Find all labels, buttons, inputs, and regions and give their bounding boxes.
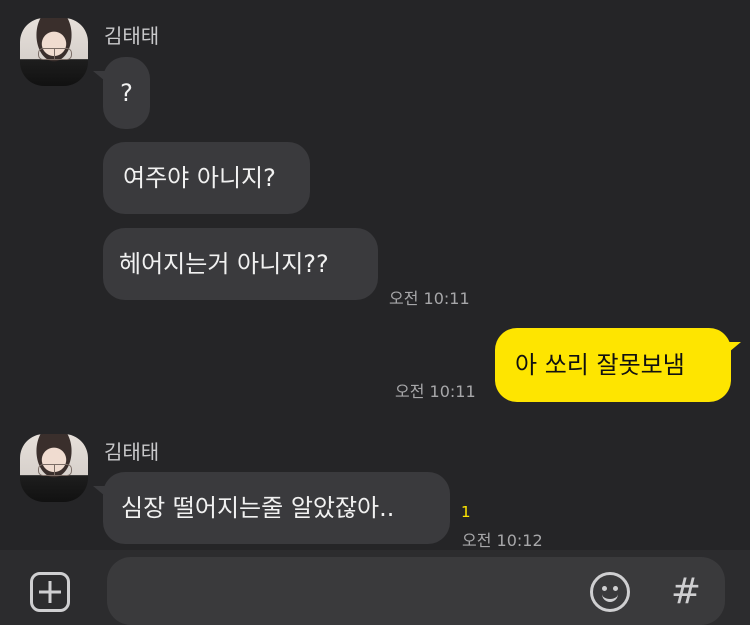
message-timestamp: 오전 10:11 bbox=[389, 289, 470, 308]
sender-avatar[interactable] bbox=[20, 18, 88, 86]
message-compose-bar bbox=[0, 550, 750, 625]
emoji-mouth bbox=[602, 589, 618, 602]
outgoing-message-bubble[interactable]: 아 쏘리 잘못보냄 bbox=[495, 328, 741, 402]
message-text: ? bbox=[120, 79, 133, 107]
sender-name: 김태태 bbox=[104, 440, 160, 464]
incoming-message-bubble[interactable]: 심장 떨어지는줄 알았잖아.. bbox=[93, 472, 450, 544]
message-text: 아 쏘리 잘못보냄 bbox=[515, 351, 685, 379]
sender-avatar[interactable] bbox=[20, 434, 88, 502]
incoming-message-bubble[interactable]: 헤어지는거 아니지?? bbox=[103, 228, 378, 300]
incoming-message-bubble[interactable]: ? bbox=[93, 57, 150, 129]
message-text: 헤어지는거 아니지?? bbox=[119, 250, 329, 278]
plus-icon[interactable] bbox=[30, 572, 70, 612]
sender-name: 김태태 bbox=[104, 24, 160, 48]
chat-area: 김태태 ? 여주야 아니지? 헤어지는거 아니지?? 오전 10:11 오전 1… bbox=[0, 0, 750, 550]
hash-icon[interactable]: # bbox=[668, 570, 704, 614]
message-text: 여주야 아니지? bbox=[123, 164, 276, 192]
incoming-message-bubble[interactable]: 여주야 아니지? bbox=[103, 142, 310, 214]
message-timestamp: 오전 10:12 bbox=[462, 531, 543, 550]
emoji-icon[interactable] bbox=[590, 572, 630, 612]
message-input[interactable] bbox=[107, 557, 725, 625]
message-timestamp: 오전 10:11 bbox=[395, 382, 476, 401]
unread-count: 1 bbox=[461, 503, 471, 521]
message-text: 심장 떨어지는줄 알았잖아.. bbox=[121, 494, 395, 522]
